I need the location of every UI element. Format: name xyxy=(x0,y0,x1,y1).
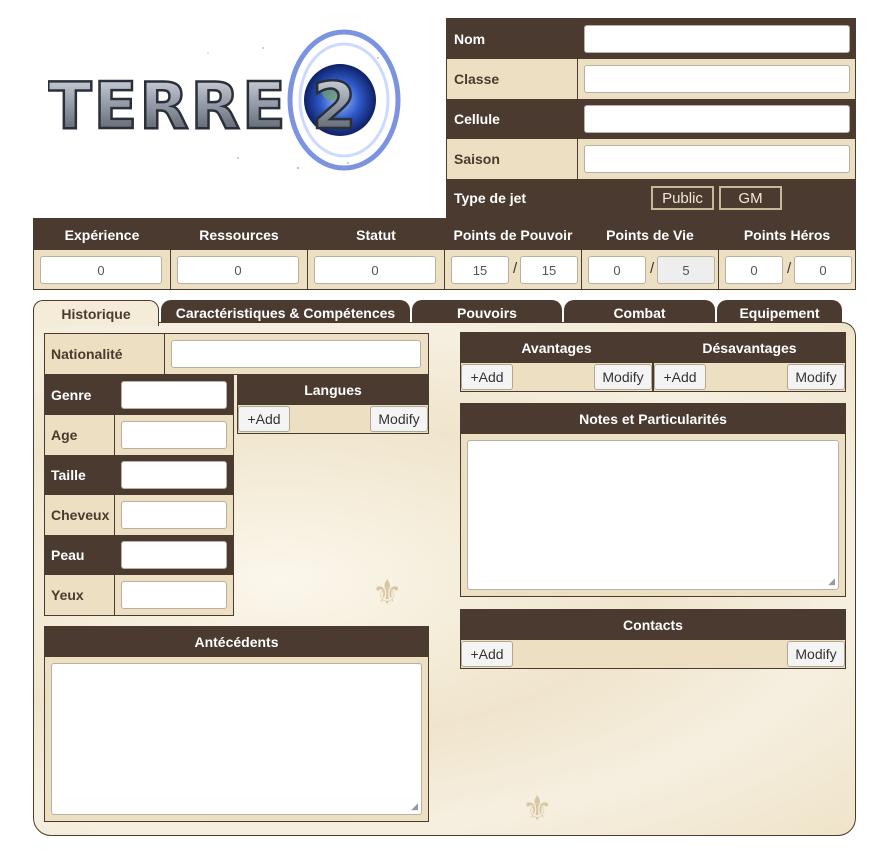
resources-input[interactable]: 0 xyxy=(177,256,299,284)
advantages-box: Avantages +Add Modify xyxy=(460,332,653,392)
hair-input[interactable] xyxy=(121,501,227,529)
tab-historique[interactable]: Historique xyxy=(33,300,159,326)
life-points-label: Points de Vie xyxy=(582,219,718,250)
resources-label: Ressources xyxy=(171,219,307,250)
resize-grip-icon[interactable]: ◢ xyxy=(411,801,418,812)
power-points-separator: / xyxy=(513,260,518,277)
disadvantages-title: Désavantages xyxy=(654,333,845,363)
languages-title: Langues xyxy=(238,375,428,405)
languages-box: Langues +Add Modify xyxy=(237,374,429,434)
gender-label: Genre xyxy=(45,375,115,415)
hero-points-max-input[interactable]: 0 xyxy=(794,256,852,284)
languages-modify-button[interactable]: Modify xyxy=(370,406,428,432)
gm-roll-button[interactable]: GM xyxy=(719,186,782,210)
notes-box: Notes et Particularités ◢ xyxy=(460,403,846,597)
name-input[interactable] xyxy=(584,25,850,53)
tab-combat[interactable]: Combat xyxy=(564,300,715,324)
roll-type-row: Type de jet Public GM xyxy=(447,179,855,217)
eyes-input[interactable] xyxy=(121,581,227,609)
disadvantages-modify-button[interactable]: Modify xyxy=(787,364,845,390)
hero-points-separator: / xyxy=(787,260,792,277)
tab-equipement[interactable]: Equipement xyxy=(717,300,842,324)
name-row: Nom xyxy=(447,19,855,59)
cell-input[interactable] xyxy=(584,105,850,133)
contacts-title: Contacts xyxy=(461,610,845,640)
experience-label: Expérience xyxy=(34,219,170,250)
season-input[interactable] xyxy=(584,145,850,173)
age-label: Age xyxy=(45,415,115,455)
gender-input[interactable] xyxy=(121,381,227,409)
life-points-separator: / xyxy=(650,260,655,277)
power-points-stat: Points de Pouvoir 15 / 15 xyxy=(445,219,582,289)
power-points-current-input[interactable]: 15 xyxy=(451,256,509,284)
status-stat: Statut 0 xyxy=(308,219,445,289)
svg-text:TERRE 2: TERRE 2 xyxy=(48,70,358,144)
hair-label: Cheveux xyxy=(45,495,115,535)
notes-textarea[interactable]: ◢ xyxy=(467,440,839,590)
experience-stat: Expérience 0 xyxy=(34,219,171,289)
terre2-logo: TERRE 2 xyxy=(47,28,428,178)
status-input[interactable]: 0 xyxy=(314,256,436,284)
eyes-label: Yeux xyxy=(45,575,115,615)
contacts-add-button[interactable]: +Add xyxy=(461,641,513,667)
historique-panel: ⚜ ⚜ Nationalité Genre Age Taille Cheveux… xyxy=(33,322,856,836)
nationality-row: Nationalité xyxy=(44,333,429,375)
season-row: Saison xyxy=(447,139,855,179)
cell-label: Cellule xyxy=(447,99,578,139)
tab-caracteristiques[interactable]: Caractéristiques & Compétences xyxy=(161,300,410,324)
contacts-modify-button[interactable]: Modify xyxy=(787,641,845,667)
advantages-modify-button[interactable]: Modify xyxy=(594,364,652,390)
life-points-max-input: 5 xyxy=(657,256,715,284)
resources-stat: Ressources 0 xyxy=(171,219,308,289)
life-points-stat: Points de Vie 0 / 5 xyxy=(582,219,719,289)
background-textarea[interactable]: ◢ xyxy=(51,663,422,815)
name-label: Nom xyxy=(447,19,578,59)
height-label: Taille xyxy=(45,455,115,495)
stats-bar: Expérience 0 Ressources 0 Statut 0 Point… xyxy=(33,218,856,290)
resize-grip-icon[interactable]: ◢ xyxy=(828,576,835,587)
disadvantages-box: Désavantages +Add Modify xyxy=(653,332,846,392)
status-label: Statut xyxy=(308,219,444,250)
background-title: Antécédents xyxy=(45,627,428,657)
class-row: Classe xyxy=(447,59,855,99)
season-label: Saison xyxy=(447,139,578,179)
life-points-current-input[interactable]: 0 xyxy=(588,256,646,284)
advantages-add-button[interactable]: +Add xyxy=(461,364,513,390)
personal-details-table: Genre Age Taille Cheveux Peau Yeux xyxy=(44,374,234,616)
hero-points-label: Points Héros xyxy=(719,219,855,250)
roll-type-label: Type de jet xyxy=(454,190,527,206)
notes-title: Notes et Particularités xyxy=(461,404,845,434)
class-label: Classe xyxy=(447,59,578,99)
skin-label: Peau xyxy=(45,535,115,575)
tab-pouvoirs[interactable]: Pouvoirs xyxy=(412,300,562,324)
identity-table: Nom Classe Cellule Saison Type de jet Pu… xyxy=(446,18,856,218)
public-roll-button[interactable]: Public xyxy=(651,186,714,210)
fleur-de-lis-icon: ⚜ xyxy=(522,790,553,828)
skin-input[interactable] xyxy=(121,541,227,569)
languages-add-button[interactable]: +Add xyxy=(238,406,290,432)
nationality-input[interactable] xyxy=(171,340,421,368)
contacts-box: Contacts +Add Modify xyxy=(460,609,846,669)
hero-points-stat: Points Héros 0 / 0 xyxy=(719,219,855,289)
class-input[interactable] xyxy=(584,65,850,93)
power-points-label: Points de Pouvoir xyxy=(445,219,581,250)
background-box: Antécédents ◢ xyxy=(44,626,429,822)
power-points-max-input[interactable]: 15 xyxy=(520,256,578,284)
fleur-de-lis-icon: ⚜ xyxy=(372,574,403,612)
disadvantages-add-button[interactable]: +Add xyxy=(654,364,706,390)
hero-points-current-input[interactable]: 0 xyxy=(725,256,783,284)
cell-row: Cellule xyxy=(447,99,855,139)
nationality-label: Nationalité xyxy=(45,334,165,374)
advantages-title: Avantages xyxy=(461,333,652,363)
age-input[interactable] xyxy=(121,421,227,449)
experience-input[interactable]: 0 xyxy=(40,256,162,284)
height-input[interactable] xyxy=(121,461,227,489)
